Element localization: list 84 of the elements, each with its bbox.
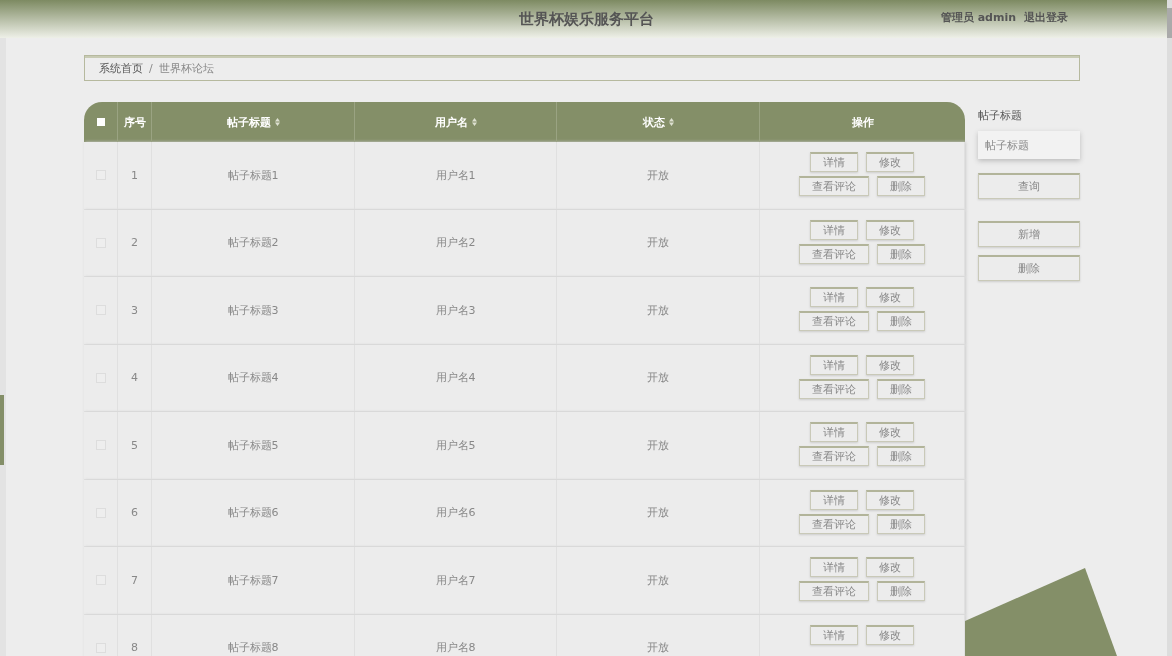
- action-button[interactable]: 详情: [810, 152, 858, 172]
- search-button[interactable]: 查询: [978, 173, 1080, 199]
- table-cell: 帖子标题6: [227, 505, 279, 521]
- action-button[interactable]: 详情: [810, 557, 858, 577]
- action-button[interactable]: 查看评论: [799, 378, 869, 399]
- row-number: 3: [131, 303, 138, 317]
- row-number: 2: [131, 236, 138, 250]
- action-button[interactable]: 详情: [810, 219, 858, 240]
- row-number: 8: [131, 641, 138, 655]
- toolbar-button[interactable]: 删除: [978, 255, 1080, 281]
- sort-icon[interactable]: [471, 118, 477, 126]
- breadcrumb-separator: /: [149, 61, 153, 75]
- table-cell: 用户名7: [435, 572, 476, 588]
- table-cell: 用户名5: [435, 437, 476, 453]
- action-button[interactable]: 删除: [877, 176, 925, 196]
- action-button[interactable]: 详情: [810, 624, 858, 645]
- action-button[interactable]: 修改: [866, 624, 914, 645]
- table-cell: 帖子标题8: [227, 640, 279, 656]
- row-number: 7: [131, 573, 138, 587]
- table-cell: 帖子标题5: [227, 437, 279, 453]
- table-cell: 帖子标题4: [227, 370, 279, 386]
- action-button[interactable]: 修改: [866, 287, 914, 307]
- scrollbar-thumb[interactable]: [1167, 8, 1172, 38]
- row-number: 6: [131, 506, 138, 520]
- row-number: 4: [131, 371, 138, 385]
- table-cell: 帖子标题3: [227, 302, 279, 318]
- action-button[interactable]: 查看评论: [799, 176, 869, 196]
- row-number: 1: [131, 168, 138, 182]
- row-number: 5: [131, 438, 138, 452]
- action-button[interactable]: 修改: [866, 557, 914, 577]
- user-label: 管理员 admin: [940, 10, 1016, 25]
- table-cell: 用户名6: [435, 505, 476, 521]
- action-button[interactable]: 修改: [866, 219, 914, 240]
- action-button[interactable]: 详情: [810, 422, 858, 442]
- action-button[interactable]: 查看评论: [799, 513, 869, 534]
- action-button[interactable]: 修改: [866, 152, 914, 172]
- action-button[interactable]: 删除: [877, 243, 925, 264]
- action-button[interactable]: 修改: [866, 489, 914, 510]
- table-cell: 帖子标题7: [227, 572, 279, 588]
- side-tab[interactable]: [0, 395, 4, 465]
- table-cell: 开放: [647, 167, 669, 183]
- action-button[interactable]: 删除: [877, 378, 925, 399]
- site-title: 世界杯娱乐服务平台: [518, 9, 654, 29]
- toolbar-button[interactable]: 新增: [978, 221, 1080, 247]
- table-cell: 开放: [647, 572, 669, 588]
- sort-icon[interactable]: [274, 118, 280, 126]
- search-field[interactable]: 帖子标题: [978, 131, 1080, 159]
- table-cell: 帖子标题1: [227, 167, 279, 183]
- table-cell: 开放: [647, 505, 669, 521]
- breadcrumb-item[interactable]: 系统首页: [99, 60, 143, 76]
- table-cell: 开放: [647, 437, 669, 453]
- table-cell: 开放: [647, 235, 669, 251]
- logout-link[interactable]: 退出登录: [1024, 10, 1068, 25]
- table-cell: 用户名4: [435, 370, 476, 386]
- column-header[interactable]: 用户名: [434, 114, 468, 130]
- action-button[interactable]: 详情: [810, 489, 858, 510]
- action-button[interactable]: 查看评论: [799, 581, 869, 601]
- action-button[interactable]: 删除: [877, 446, 925, 466]
- table-cell: 开放: [647, 640, 669, 656]
- action-button[interactable]: 查看评论: [799, 311, 869, 331]
- table-cell: 帖子标题2: [227, 235, 279, 251]
- action-button[interactable]: 详情: [810, 287, 858, 307]
- select-all-checkbox[interactable]: [96, 118, 105, 126]
- column-header[interactable]: 帖子标题: [226, 114, 271, 130]
- column-header[interactable]: 状态: [642, 114, 665, 130]
- action-button[interactable]: 删除: [877, 513, 925, 534]
- table-cell: 开放: [647, 370, 669, 386]
- action-button[interactable]: 修改: [866, 422, 914, 442]
- field-label: 帖子标题: [978, 108, 1023, 123]
- column-header: 序号: [123, 114, 146, 130]
- action-button[interactable]: 删除: [877, 311, 925, 331]
- action-button[interactable]: 详情: [810, 354, 858, 375]
- table-cell: 用户名3: [435, 302, 476, 318]
- action-button[interactable]: 修改: [866, 354, 914, 375]
- breadcrumb-item: 世界杯论坛: [158, 60, 214, 76]
- action-button[interactable]: 查看评论: [799, 446, 869, 466]
- table-cell: 用户名2: [435, 235, 476, 251]
- action-button[interactable]: 删除: [877, 581, 925, 601]
- table-cell: 开放: [647, 302, 669, 318]
- action-button[interactable]: 查看评论: [799, 243, 869, 264]
- table-cell: 用户名1: [435, 167, 476, 183]
- sort-icon[interactable]: [668, 118, 674, 126]
- table-cell: 用户名8: [435, 640, 476, 656]
- column-header: 操作: [851, 114, 874, 130]
